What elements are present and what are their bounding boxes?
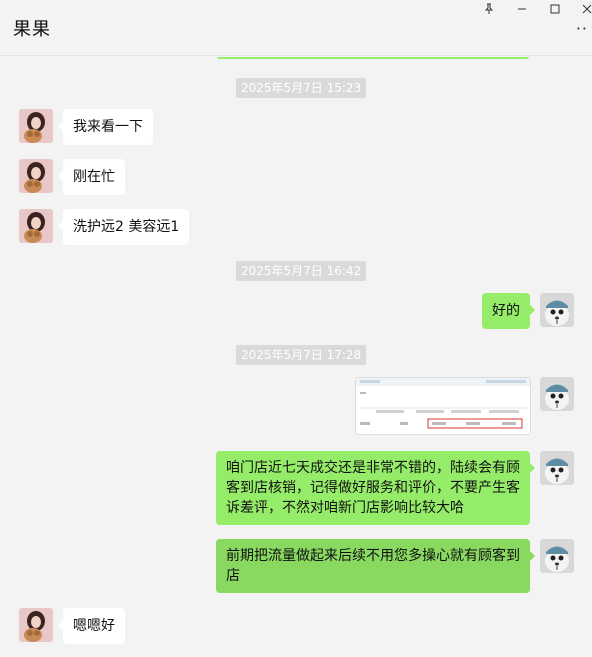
- title-bar: 果果 ··: [0, 0, 592, 56]
- chat-title: 果果: [13, 19, 51, 40]
- contact-avatar[interactable]: [19, 109, 53, 143]
- my-avatar[interactable]: [540, 293, 574, 327]
- chat-area[interactable]: 2025年5月7日 15:23 我来看一下 刚在忙 洗护远2 美容远1 2025…: [0, 57, 592, 657]
- more-icon[interactable]: ··: [576, 21, 588, 37]
- previous-message-bubble: [216, 57, 530, 59]
- contact-avatar[interactable]: [19, 608, 53, 642]
- message-bubble[interactable]: 嗯嗯好: [58, 608, 125, 644]
- message-bubble[interactable]: 好的: [482, 293, 535, 329]
- message-bubble[interactable]: 前期把流量做起来后续不用您多操心就有顾客到店: [216, 539, 535, 593]
- message-bubble[interactable]: 咱门店近七天成交还是非常不错的，陆续会有顾客到店核销，记得做好服务和评价，不要产…: [216, 451, 535, 525]
- contact-avatar[interactable]: [19, 159, 53, 193]
- close-icon[interactable]: [572, 0, 592, 18]
- contact-avatar[interactable]: [19, 209, 53, 243]
- my-avatar[interactable]: [540, 451, 574, 485]
- timestamp: 2025年5月7日 16:42: [236, 261, 367, 281]
- image-message[interactable]: [355, 377, 531, 435]
- timestamp: 2025年5月7日 15:23: [236, 78, 367, 98]
- minimize-icon[interactable]: [507, 0, 537, 18]
- message-bubble[interactable]: 洗护远2 美容远1: [57, 209, 190, 245]
- my-avatar[interactable]: [540, 377, 574, 411]
- maximize-icon[interactable]: [540, 0, 570, 18]
- message-bubble[interactable]: 刚在忙: [58, 159, 125, 195]
- my-avatar[interactable]: [540, 539, 574, 573]
- pin-icon[interactable]: [474, 0, 504, 18]
- message-bubble[interactable]: 我来看一下: [58, 109, 153, 145]
- timestamp: 2025年5月7日 17:28: [236, 345, 367, 365]
